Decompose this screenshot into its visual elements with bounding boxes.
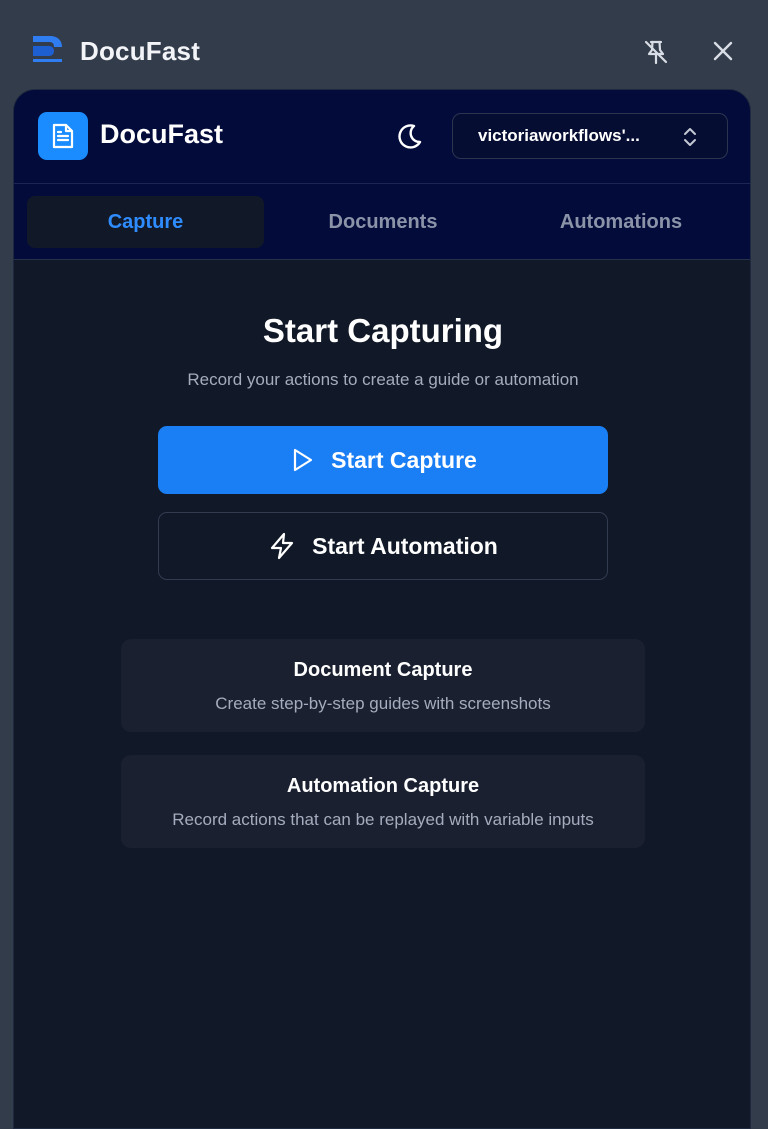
workspace-selector[interactable]: victoriaworkflows'...	[452, 113, 728, 159]
card-title: Automation Capture	[286, 775, 480, 797]
card-description: Record actions that can be replayed with…	[172, 810, 594, 829]
app-header: DocuFast victoriaworkflows'... Capture D…	[14, 90, 750, 260]
card-title: Document Capture	[293, 659, 473, 681]
app-logo	[38, 112, 88, 160]
lightning-icon	[271, 532, 294, 560]
docufast-logo-icon	[33, 36, 62, 62]
tab-capture[interactable]: Capture	[27, 196, 264, 248]
start-capture-label: Start Capture	[331, 446, 477, 473]
start-automation-label: Start Automation	[312, 532, 498, 559]
start-automation-button[interactable]: Start Automation	[158, 512, 608, 580]
tabs-divider	[14, 259, 750, 260]
page-title: Start Capturing	[262, 312, 504, 349]
document-capture-card: Document Capture Create step-by-step gui…	[121, 639, 645, 732]
tab-documents[interactable]: Documents	[264, 196, 502, 248]
start-capture-button[interactable]: Start Capture	[158, 426, 608, 494]
tab-automations[interactable]: Automations	[502, 196, 740, 248]
close-icon[interactable]	[710, 38, 736, 64]
moon-icon[interactable]	[392, 120, 426, 154]
app-name: DocuFast	[100, 119, 224, 149]
app-panel: DocuFast victoriaworkflows'... Capture D…	[13, 89, 751, 1129]
chevron-up-down-icon	[684, 128, 696, 146]
automation-capture-card: Automation Capture Record actions that c…	[121, 755, 645, 848]
unpin-icon[interactable]	[642, 38, 670, 66]
window-titlebar: DocuFast	[0, 0, 768, 90]
tab-bar: Capture Documents Automations	[27, 196, 741, 248]
header-divider	[14, 183, 750, 184]
window-title: DocuFast	[80, 36, 201, 66]
play-icon	[294, 448, 313, 472]
card-description: Create step-by-step guides with screensh…	[215, 694, 551, 713]
document-icon	[52, 123, 74, 149]
workspace-name: victoriaworkflows'...	[478, 126, 640, 145]
page-subtitle: Record your actions to create a guide or…	[187, 370, 579, 389]
